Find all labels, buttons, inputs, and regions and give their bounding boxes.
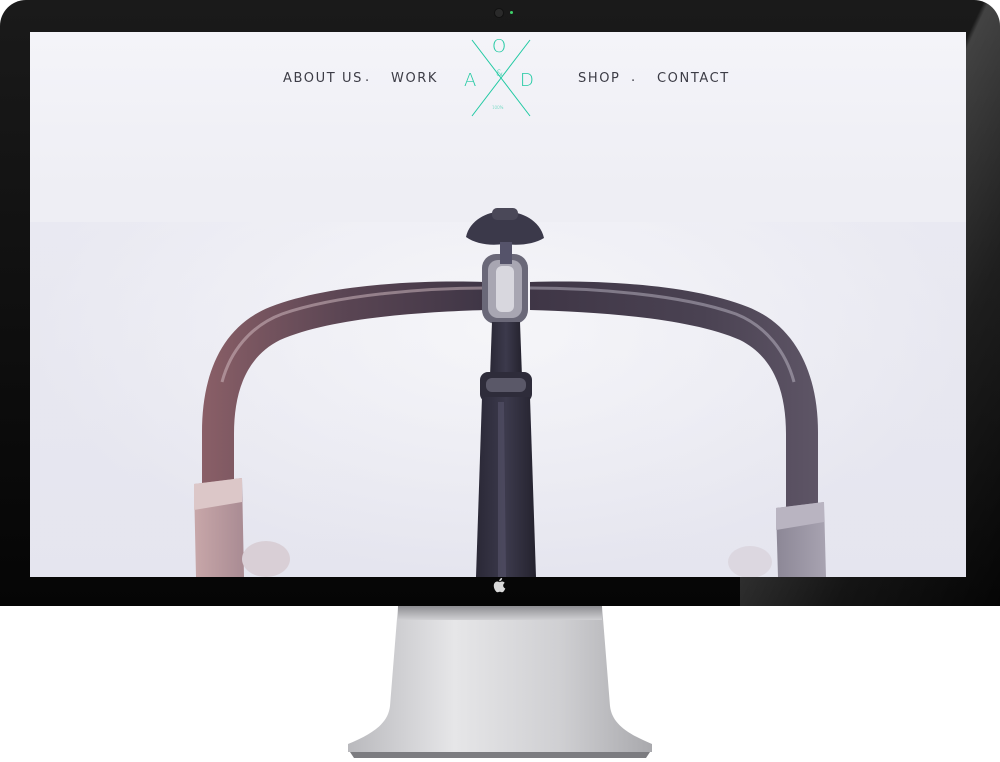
nav-separator: . bbox=[631, 70, 636, 85]
logo-letter-a: A bbox=[464, 70, 477, 91]
logo-letter-d: D bbox=[520, 70, 534, 91]
nav-link-work[interactable]: WORK bbox=[391, 71, 438, 86]
nav-link-shop[interactable]: SHOP bbox=[578, 71, 621, 86]
camera-led bbox=[510, 11, 513, 14]
nav-separator: . bbox=[365, 70, 370, 85]
logo-percent: 100% bbox=[492, 105, 504, 110]
camera-icon bbox=[495, 9, 503, 17]
nav-link-contact[interactable]: CONTACT bbox=[657, 71, 730, 86]
logo-ampersand: & bbox=[496, 69, 504, 79]
monitor-stand bbox=[348, 606, 652, 758]
site-logo[interactable]: O A D & 100% bbox=[464, 38, 538, 118]
logo-letter-o: O bbox=[492, 36, 507, 57]
website-screen: ABOUT US . WORK O A D & 100% SHOP . CONT… bbox=[30, 32, 966, 577]
nav-link-about-us[interactable]: ABOUT US bbox=[283, 71, 363, 86]
site-navigation: ABOUT US . WORK O A D & 100% SHOP . CONT… bbox=[30, 32, 966, 132]
apple-logo-icon bbox=[493, 577, 506, 593]
